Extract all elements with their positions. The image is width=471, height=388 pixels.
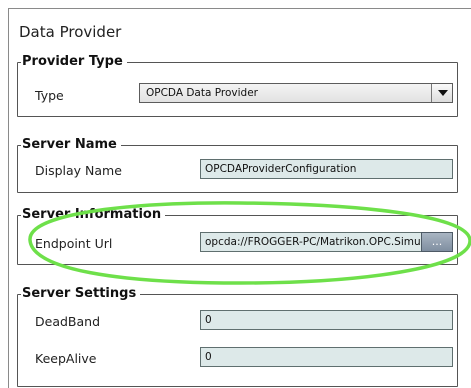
server-settings-legend: Server Settings: [22, 286, 137, 301]
server-settings-group: Server Settings: [17, 287, 458, 387]
endpoint-url-label: Endpoint Url: [35, 236, 113, 251]
server-name-legend: Server Name: [22, 137, 117, 152]
display-name-label: Display Name: [35, 163, 122, 178]
chevron-down-icon: [438, 90, 448, 96]
dropdown-button[interactable]: [431, 84, 452, 102]
keepalive-field[interactable]: 0: [200, 347, 453, 367]
keepalive-label: KeepAlive: [35, 351, 97, 366]
provider-type-select[interactable]: OPCDA Data Provider: [139, 83, 453, 103]
page-title: Data Provider: [19, 23, 122, 41]
deadband-label: DeadBand: [35, 314, 101, 329]
provider-type-value: OPCDA Data Provider: [146, 87, 258, 99]
display-name-field[interactable]: OPCDAProviderConfiguration: [200, 159, 453, 179]
deadband-field[interactable]: 0: [200, 310, 453, 330]
browse-button[interactable]: ...: [421, 232, 453, 252]
server-information-legend: Server Information: [22, 207, 162, 222]
type-label: Type: [35, 88, 64, 103]
provider-type-legend: Provider Type: [22, 54, 123, 69]
endpoint-url-field[interactable]: opcda://FROGGER-PC/Matrikon.OPC.Simulati…: [200, 232, 422, 252]
